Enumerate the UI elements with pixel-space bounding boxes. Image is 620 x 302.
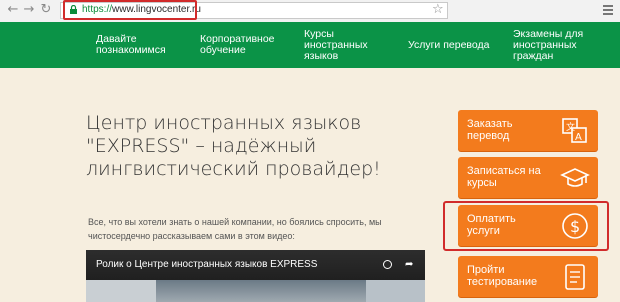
video-title[interactable]: Ролик о Центре иностранных языков EXPRES… <box>96 259 317 270</box>
nav-item-translation[interactable]: Услуги перевода <box>408 22 489 68</box>
nav-item-courses[interactable]: Курсы иностранных языков <box>304 22 368 68</box>
translate-icon: 文 A <box>562 118 587 143</box>
video-player[interactable]: Ролик о Центре иностранных языков EXPRES… <box>86 250 425 302</box>
video-frame-left <box>86 280 156 302</box>
page-headline: Центр иностранных языков "EXPRESS" – над… <box>86 112 386 181</box>
bookmark-star-icon[interactable]: ☆ <box>432 2 444 17</box>
reload-icon[interactable]: ↻ <box>39 3 53 17</box>
nav-item-about[interactable]: Давайте познакомимся <box>96 22 166 68</box>
take-test-button[interactable]: Пройти тестирование <box>458 256 598 297</box>
svg-text:文: 文 <box>566 121 575 133</box>
headline-line-3: лингвистический провайдер! <box>86 158 381 180</box>
forward-icon[interactable]: → <box>22 3 36 17</box>
browser-menu-icon[interactable] <box>603 5 613 15</box>
headline-line-2: "EXPRESS" – надёжный <box>86 135 317 157</box>
share-icon[interactable]: ➦ <box>405 259 413 270</box>
enroll-courses-button[interactable]: Записаться на курсы <box>458 157 598 198</box>
checklist-icon <box>565 264 585 290</box>
url-highlight-frame <box>63 0 197 20</box>
intro-text: Все, что вы хотели знать о нашей компани… <box>88 217 382 241</box>
main-navigation: Давайте познакомимся Корпоративное обучени… <box>0 22 620 68</box>
pay-button-highlight-frame <box>443 201 609 251</box>
nav-item-exams[interactable]: Экзамены для иностранных граждан <box>513 22 583 68</box>
svg-text:A: A <box>575 132 582 143</box>
back-icon[interactable]: ← <box>6 3 20 17</box>
nav-item-corporate[interactable]: Корпоративное обучение <box>200 22 275 68</box>
graduation-cap-icon <box>560 168 590 187</box>
headline-line-1: Центр иностранных языков <box>86 112 362 134</box>
order-translation-button[interactable]: Заказать перевод 文 A <box>458 110 598 151</box>
watch-later-icon[interactable] <box>383 260 392 269</box>
video-frame-right <box>366 280 425 302</box>
